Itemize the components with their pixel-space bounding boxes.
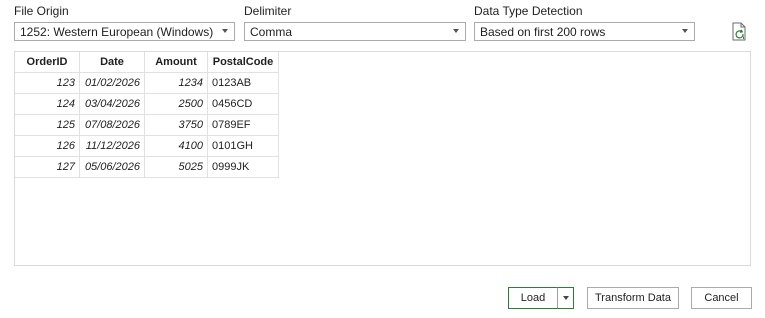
table-row: 125 07/08/2026 3750 0789EF	[15, 114, 279, 136]
delimiter-value: Comma	[250, 25, 293, 39]
delimiter-label: Delimiter	[244, 4, 292, 18]
data-type-detection-value: Based on first 200 rows	[480, 25, 606, 39]
table-row: 126 11/12/2026 4100 0101GH	[15, 135, 279, 157]
refresh-document-icon[interactable]	[731, 22, 749, 42]
column-header-postalcode[interactable]: PostalCode	[207, 52, 279, 73]
cell-amount: 2500	[144, 93, 208, 115]
cell-orderid: 125	[15, 114, 80, 136]
cell-orderid: 124	[15, 93, 80, 115]
cell-amount: 1234	[144, 72, 208, 94]
load-button[interactable]: Load	[508, 287, 557, 309]
cell-amount: 4100	[144, 135, 208, 157]
cell-date: 05/06/2026	[79, 156, 145, 178]
cell-amount: 3750	[144, 114, 208, 136]
chevron-down-icon	[222, 29, 228, 33]
cell-orderid: 123	[15, 72, 80, 94]
cell-date: 01/02/2026	[79, 72, 145, 94]
table-row: 124 03/04/2026 2500 0456CD	[15, 93, 279, 115]
cell-postalcode: 0123AB	[207, 72, 279, 94]
table-row: 127 05/06/2026 5025 0999JK	[15, 156, 279, 178]
chevron-down-icon	[563, 296, 569, 300]
cancel-button[interactable]: Cancel	[691, 287, 752, 309]
delimiter-select[interactable]: Comma	[244, 22, 466, 41]
load-options-dropdown[interactable]	[557, 287, 574, 309]
preview-table: OrderID Date Amount PostalCode 123 01/02…	[15, 52, 279, 178]
data-type-detection-select[interactable]: Based on first 200 rows	[474, 22, 695, 41]
cell-postalcode: 0999JK	[207, 156, 279, 178]
cell-date: 03/04/2026	[79, 93, 145, 115]
chevron-down-icon	[682, 29, 688, 33]
column-header-date[interactable]: Date	[79, 52, 145, 73]
cell-postalcode: 0101GH	[207, 135, 279, 157]
cell-date: 11/12/2026	[79, 135, 145, 157]
cell-amount: 5025	[144, 156, 208, 178]
cell-postalcode: 0789EF	[207, 114, 279, 136]
table-row: 123 01/02/2026 1234 0123AB	[15, 72, 279, 94]
data-type-detection-label: Data Type Detection	[474, 4, 583, 18]
cell-orderid: 127	[15, 156, 80, 178]
cell-orderid: 126	[15, 135, 80, 157]
column-header-orderid[interactable]: OrderID	[15, 52, 80, 73]
transform-data-button[interactable]: Transform Data	[587, 287, 679, 309]
table-header-row: OrderID Date Amount PostalCode	[15, 52, 279, 73]
data-preview-panel: OrderID Date Amount PostalCode 123 01/02…	[14, 51, 751, 266]
file-origin-value: 1252: Western European (Windows)	[20, 25, 214, 39]
file-origin-label: File Origin	[14, 4, 69, 18]
column-header-amount[interactable]: Amount	[144, 52, 208, 73]
cell-date: 07/08/2026	[79, 114, 145, 136]
chevron-down-icon	[453, 29, 459, 33]
cell-postalcode: 0456CD	[207, 93, 279, 115]
file-origin-select[interactable]: 1252: Western European (Windows)	[14, 22, 235, 41]
